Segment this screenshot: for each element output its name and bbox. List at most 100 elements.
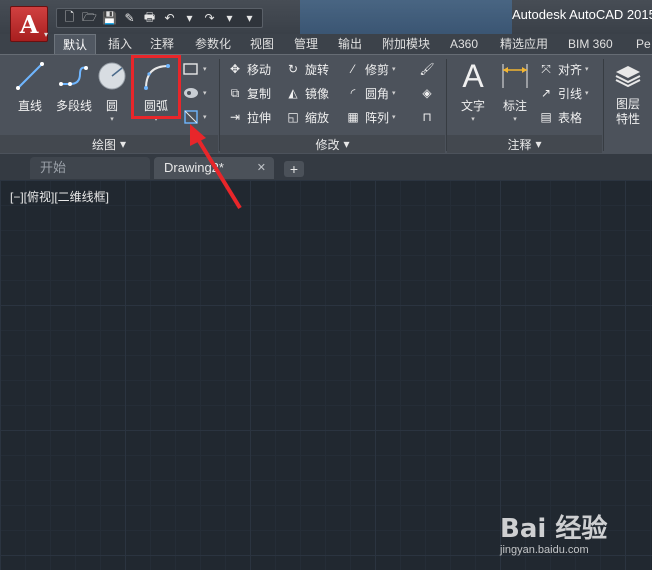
stretch-tool[interactable]: ⇥ 拉伸 — [226, 107, 271, 127]
explode-tool[interactable]: ◈ — [418, 83, 436, 103]
tab-a360[interactable]: A360 — [450, 34, 478, 54]
draw-panel-expand-icon: ▾ — [119, 137, 127, 151]
save-icon[interactable]: 💾 — [101, 10, 118, 26]
customize-icon[interactable]: ▾ — [241, 10, 258, 26]
move-tool[interactable]: ✥ 移动 — [226, 59, 271, 79]
layer-properties-tool[interactable]: 图层特性 — [606, 59, 650, 129]
open-icon[interactable]: 🗁 — [81, 10, 98, 26]
draw-panel-title: 绘图 — [91, 137, 116, 152]
align-dropdown-icon[interactable]: ▾ — [585, 65, 589, 73]
quick-access-toolbar: 🗋 🗁 💾 ✎ 🖶 ↶ ▾ ↷ ▾ ▾ — [56, 8, 263, 28]
table-label: 表格 — [558, 110, 583, 125]
tab-addins[interactable]: 附加模块 — [382, 34, 430, 54]
layers-panel: 图层特性 — [604, 55, 652, 133]
saveas-icon[interactable]: ✎ — [121, 10, 138, 26]
doc-tab-start[interactable]: 开始 — [30, 157, 150, 179]
text-dropdown-icon[interactable]: ▾ — [471, 115, 475, 123]
leader-tool[interactable]: ↗ 引线 ▾ — [537, 83, 589, 103]
watermark: Bai 经验 jingyan.baidu.com — [500, 508, 650, 568]
copy-icon: ⧉ — [230, 85, 240, 100]
align-tool[interactable]: ⤧ 对齐 ▾ — [537, 59, 589, 79]
hatch-tool[interactable]: ▾ — [182, 83, 207, 103]
dimension-dropdown-icon[interactable]: ▾ — [513, 115, 517, 123]
polyline-icon — [57, 59, 91, 93]
application-menu-caret-icon: ▾ — [44, 30, 49, 39]
circle-dropdown-icon[interactable]: ▾ — [110, 115, 114, 123]
rotate-tool[interactable]: ↻ 旋转 — [284, 59, 329, 79]
redo-dropdown[interactable]: ▾ — [221, 10, 238, 26]
rotate-icon: ↻ — [287, 62, 299, 76]
fillet-tool[interactable]: ◜ 圆角 ▾ — [344, 83, 396, 103]
tab-output[interactable]: 输出 — [338, 34, 362, 54]
stretch-icon: ⇥ — [229, 110, 241, 124]
line-icon — [13, 59, 47, 93]
new-icon[interactable]: 🗋 — [61, 10, 78, 26]
tab-annotate[interactable]: 注释 — [150, 34, 174, 54]
trim-tool[interactable]: ⁄ 修剪 ▾ — [344, 59, 396, 79]
trim-dropdown-icon[interactable]: ▾ — [392, 65, 396, 73]
tab-view[interactable]: 视图 — [250, 34, 274, 54]
scale-tool[interactable]: ◱ 缩放 — [284, 107, 329, 127]
boundary-dropdown-icon[interactable]: ▾ — [203, 113, 207, 121]
ribbon: 直线 多段线 圆 ▾ 圆弧 ▾ ▾ ▾ ▾ 绘图 ▾ ✥ 移动 ↻ 旋转 ⁄ 修… — [0, 54, 652, 154]
dimension-tool[interactable]: 标注 ▾ — [493, 59, 537, 129]
undo-icon[interactable]: ↶ — [161, 10, 178, 26]
rectangle-icon — [182, 60, 200, 78]
offset-tool[interactable]: ⊓ — [418, 107, 436, 127]
undo-dropdown[interactable]: ▾ — [181, 10, 198, 26]
tab-insert[interactable]: 插入 — [108, 34, 132, 54]
tab-bim360[interactable]: BIM 360 — [568, 34, 613, 54]
array-tool[interactable]: ▦ 阵列 ▾ — [344, 107, 396, 127]
doc-tab-start-label: 开始 — [40, 160, 67, 175]
line-label: 直线 — [17, 99, 42, 113]
tab-manage[interactable]: 管理 — [294, 34, 318, 54]
close-tab-icon[interactable]: ✕ — [257, 157, 266, 179]
array-label: 阵列 — [365, 110, 390, 125]
title-bar-shade — [300, 0, 512, 34]
circle-tool[interactable]: 圆 ▾ — [90, 59, 134, 129]
scale-label: 缩放 — [305, 110, 330, 125]
annotation-panel-footer[interactable]: 注释 ▾ — [447, 135, 602, 153]
tab-performance[interactable]: Pe — [636, 34, 651, 54]
mirror-label: 镜像 — [305, 86, 330, 101]
autocad-logo-icon: A — [19, 9, 39, 39]
modify-panel-expand-icon: ▾ — [343, 137, 350, 151]
text-tool[interactable]: A 文字 ▾ — [451, 57, 495, 129]
leader-dropdown-icon[interactable]: ▾ — [585, 89, 589, 97]
rectangle-tool[interactable]: ▾ — [182, 59, 207, 79]
text-icon: A — [462, 57, 484, 94]
fillet-label: 圆角 — [365, 86, 390, 101]
tab-parametric[interactable]: 参数化 — [195, 34, 231, 54]
hatch-icon — [182, 84, 200, 102]
fillet-dropdown-icon[interactable]: ▾ — [392, 89, 396, 97]
application-menu-button[interactable]: A — [10, 6, 48, 42]
arc-tool-highlight — [131, 55, 181, 119]
trim-label: 修剪 — [365, 62, 390, 77]
dimension-label: 标注 — [502, 99, 527, 113]
rotate-label: 旋转 — [305, 62, 330, 77]
scale-icon: ◱ — [287, 110, 299, 124]
annotation-panel-title: 注释 — [507, 137, 532, 152]
viewport-controls[interactable]: [−][俯视][二维线框] — [10, 188, 109, 205]
rectangle-dropdown-icon[interactable]: ▾ — [203, 65, 207, 73]
tab-default[interactable]: 默认 — [54, 34, 97, 54]
mirror-tool[interactable]: ◭ 镜像 — [284, 83, 329, 103]
boundary-tool[interactable]: ▾ — [182, 107, 207, 127]
copy-tool[interactable]: ⧉ 复制 — [226, 83, 271, 103]
doc-tab-drawing[interactable]: Drawing2* ✕ — [154, 157, 274, 179]
array-dropdown-icon[interactable]: ▾ — [392, 113, 396, 121]
modify-panel-footer[interactable]: 修改 ▾ — [220, 135, 445, 153]
line-tool[interactable]: 直线 — [8, 59, 52, 129]
modify-panel: ✥ 移动 ↻ 旋转 ⁄ 修剪 ▾ 🖌 ⧉ 复制 ◭ 镜像 ◜ 圆角 ▾ ◈ ⇥ … — [220, 55, 445, 133]
circle-icon — [95, 59, 129, 93]
leader-icon: ↗ — [540, 86, 552, 100]
draw-panel-footer[interactable]: 绘图 ▾ — [0, 135, 218, 153]
tab-featured-apps[interactable]: 精选应用 — [500, 34, 548, 54]
table-tool[interactable]: ▤ 表格 — [537, 107, 582, 127]
array-icon: ▦ — [347, 110, 359, 124]
redo-icon[interactable]: ↷ — [201, 10, 218, 26]
print-icon[interactable]: 🖶 — [141, 10, 158, 26]
hatch-dropdown-icon[interactable]: ▾ — [203, 89, 207, 97]
new-tab-button[interactable]: + — [284, 161, 304, 177]
erase-tool[interactable]: 🖌 — [418, 59, 436, 79]
